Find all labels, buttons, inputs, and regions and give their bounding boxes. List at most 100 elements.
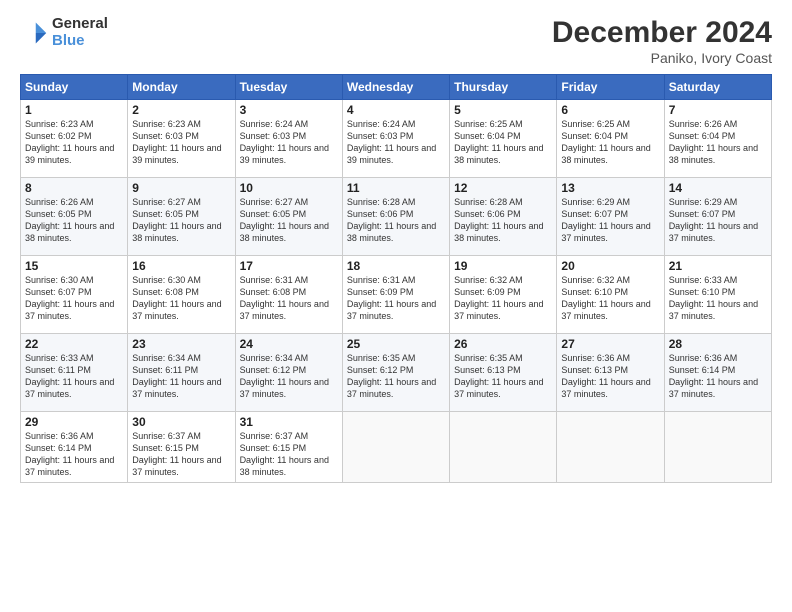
day-info: Sunrise: 6:35 AM Sunset: 6:13 PM Dayligh… [454,352,552,401]
col-wednesday: Wednesday [342,75,449,100]
day-info: Sunrise: 6:28 AM Sunset: 6:06 PM Dayligh… [347,196,445,245]
day-number: 12 [454,181,552,195]
day-info: Sunrise: 6:34 AM Sunset: 6:12 PM Dayligh… [240,352,338,401]
day-info: Sunrise: 6:35 AM Sunset: 6:12 PM Dayligh… [347,352,445,401]
day-number: 13 [561,181,659,195]
table-row: 11Sunrise: 6:28 AM Sunset: 6:06 PM Dayli… [342,178,449,256]
day-info: Sunrise: 6:28 AM Sunset: 6:06 PM Dayligh… [454,196,552,245]
table-row: 13Sunrise: 6:29 AM Sunset: 6:07 PM Dayli… [557,178,664,256]
logo: General Blue [20,16,108,49]
table-row: 18Sunrise: 6:31 AM Sunset: 6:09 PM Dayli… [342,256,449,334]
day-number: 25 [347,337,445,351]
table-row: 10Sunrise: 6:27 AM Sunset: 6:05 PM Dayli… [235,178,342,256]
table-row: 30Sunrise: 6:37 AM Sunset: 6:15 PM Dayli… [128,412,235,483]
table-row: 7Sunrise: 6:26 AM Sunset: 6:04 PM Daylig… [664,100,771,178]
day-number: 9 [132,181,230,195]
day-info: Sunrise: 6:29 AM Sunset: 6:07 PM Dayligh… [669,196,767,245]
day-info: Sunrise: 6:26 AM Sunset: 6:04 PM Dayligh… [669,118,767,167]
table-row [557,412,664,483]
day-number: 7 [669,103,767,117]
col-monday: Monday [128,75,235,100]
day-info: Sunrise: 6:37 AM Sunset: 6:15 PM Dayligh… [132,430,230,479]
calendar-subtitle: Paniko, Ivory Coast [552,50,772,66]
table-row [664,412,771,483]
calendar-table: Sunday Monday Tuesday Wednesday Thursday… [20,74,772,483]
table-row: 26Sunrise: 6:35 AM Sunset: 6:13 PM Dayli… [450,334,557,412]
day-number: 10 [240,181,338,195]
table-row: 23Sunrise: 6:34 AM Sunset: 6:11 PM Dayli… [128,334,235,412]
col-saturday: Saturday [664,75,771,100]
day-info: Sunrise: 6:25 AM Sunset: 6:04 PM Dayligh… [454,118,552,167]
day-number: 5 [454,103,552,117]
day-info: Sunrise: 6:34 AM Sunset: 6:11 PM Dayligh… [132,352,230,401]
day-info: Sunrise: 6:32 AM Sunset: 6:10 PM Dayligh… [561,274,659,323]
table-row: 9Sunrise: 6:27 AM Sunset: 6:05 PM Daylig… [128,178,235,256]
day-info: Sunrise: 6:30 AM Sunset: 6:08 PM Dayligh… [132,274,230,323]
col-friday: Friday [557,75,664,100]
table-row: 20Sunrise: 6:32 AM Sunset: 6:10 PM Dayli… [557,256,664,334]
table-row: 16Sunrise: 6:30 AM Sunset: 6:08 PM Dayli… [128,256,235,334]
table-row: 6Sunrise: 6:25 AM Sunset: 6:04 PM Daylig… [557,100,664,178]
table-row: 29Sunrise: 6:36 AM Sunset: 6:14 PM Dayli… [21,412,128,483]
day-number: 19 [454,259,552,273]
table-row: 19Sunrise: 6:32 AM Sunset: 6:09 PM Dayli… [450,256,557,334]
day-number: 4 [347,103,445,117]
col-sunday: Sunday [21,75,128,100]
day-number: 18 [347,259,445,273]
logo-general: General [52,16,108,33]
day-number: 6 [561,103,659,117]
logo-blue: Blue [52,33,108,50]
table-row: 3Sunrise: 6:24 AM Sunset: 6:03 PM Daylig… [235,100,342,178]
day-info: Sunrise: 6:29 AM Sunset: 6:07 PM Dayligh… [561,196,659,245]
day-info: Sunrise: 6:26 AM Sunset: 6:05 PM Dayligh… [25,196,123,245]
day-number: 21 [669,259,767,273]
logo-icon [20,19,48,47]
page: General Blue December 2024 Paniko, Ivory… [0,0,792,612]
col-thursday: Thursday [450,75,557,100]
day-info: Sunrise: 6:32 AM Sunset: 6:09 PM Dayligh… [454,274,552,323]
table-row: 4Sunrise: 6:24 AM Sunset: 6:03 PM Daylig… [342,100,449,178]
day-info: Sunrise: 6:24 AM Sunset: 6:03 PM Dayligh… [347,118,445,167]
day-number: 1 [25,103,123,117]
table-row: 21Sunrise: 6:33 AM Sunset: 6:10 PM Dayli… [664,256,771,334]
day-info: Sunrise: 6:31 AM Sunset: 6:09 PM Dayligh… [347,274,445,323]
day-info: Sunrise: 6:23 AM Sunset: 6:03 PM Dayligh… [132,118,230,167]
table-row: 31Sunrise: 6:37 AM Sunset: 6:15 PM Dayli… [235,412,342,483]
table-row: 12Sunrise: 6:28 AM Sunset: 6:06 PM Dayli… [450,178,557,256]
table-row: 27Sunrise: 6:36 AM Sunset: 6:13 PM Dayli… [557,334,664,412]
day-number: 15 [25,259,123,273]
day-number: 30 [132,415,230,429]
table-row: 17Sunrise: 6:31 AM Sunset: 6:08 PM Dayli… [235,256,342,334]
day-info: Sunrise: 6:30 AM Sunset: 6:07 PM Dayligh… [25,274,123,323]
day-info: Sunrise: 6:36 AM Sunset: 6:14 PM Dayligh… [25,430,123,479]
day-number: 26 [454,337,552,351]
title-block: December 2024 Paniko, Ivory Coast [552,16,772,66]
day-info: Sunrise: 6:36 AM Sunset: 6:13 PM Dayligh… [561,352,659,401]
day-number: 14 [669,181,767,195]
day-info: Sunrise: 6:25 AM Sunset: 6:04 PM Dayligh… [561,118,659,167]
day-number: 23 [132,337,230,351]
day-info: Sunrise: 6:36 AM Sunset: 6:14 PM Dayligh… [669,352,767,401]
day-info: Sunrise: 6:31 AM Sunset: 6:08 PM Dayligh… [240,274,338,323]
table-row: 28Sunrise: 6:36 AM Sunset: 6:14 PM Dayli… [664,334,771,412]
day-info: Sunrise: 6:27 AM Sunset: 6:05 PM Dayligh… [132,196,230,245]
day-info: Sunrise: 6:33 AM Sunset: 6:10 PM Dayligh… [669,274,767,323]
day-info: Sunrise: 6:37 AM Sunset: 6:15 PM Dayligh… [240,430,338,479]
col-tuesday: Tuesday [235,75,342,100]
day-number: 3 [240,103,338,117]
day-number: 17 [240,259,338,273]
day-number: 20 [561,259,659,273]
header-row: Sunday Monday Tuesday Wednesday Thursday… [21,75,772,100]
day-number: 31 [240,415,338,429]
table-row: 22Sunrise: 6:33 AM Sunset: 6:11 PM Dayli… [21,334,128,412]
day-info: Sunrise: 6:23 AM Sunset: 6:02 PM Dayligh… [25,118,123,167]
day-number: 29 [25,415,123,429]
table-row: 14Sunrise: 6:29 AM Sunset: 6:07 PM Dayli… [664,178,771,256]
table-row: 15Sunrise: 6:30 AM Sunset: 6:07 PM Dayli… [21,256,128,334]
table-row: 1Sunrise: 6:23 AM Sunset: 6:02 PM Daylig… [21,100,128,178]
day-number: 22 [25,337,123,351]
header: General Blue December 2024 Paniko, Ivory… [20,16,772,66]
table-row: 8Sunrise: 6:26 AM Sunset: 6:05 PM Daylig… [21,178,128,256]
day-info: Sunrise: 6:24 AM Sunset: 6:03 PM Dayligh… [240,118,338,167]
day-number: 27 [561,337,659,351]
